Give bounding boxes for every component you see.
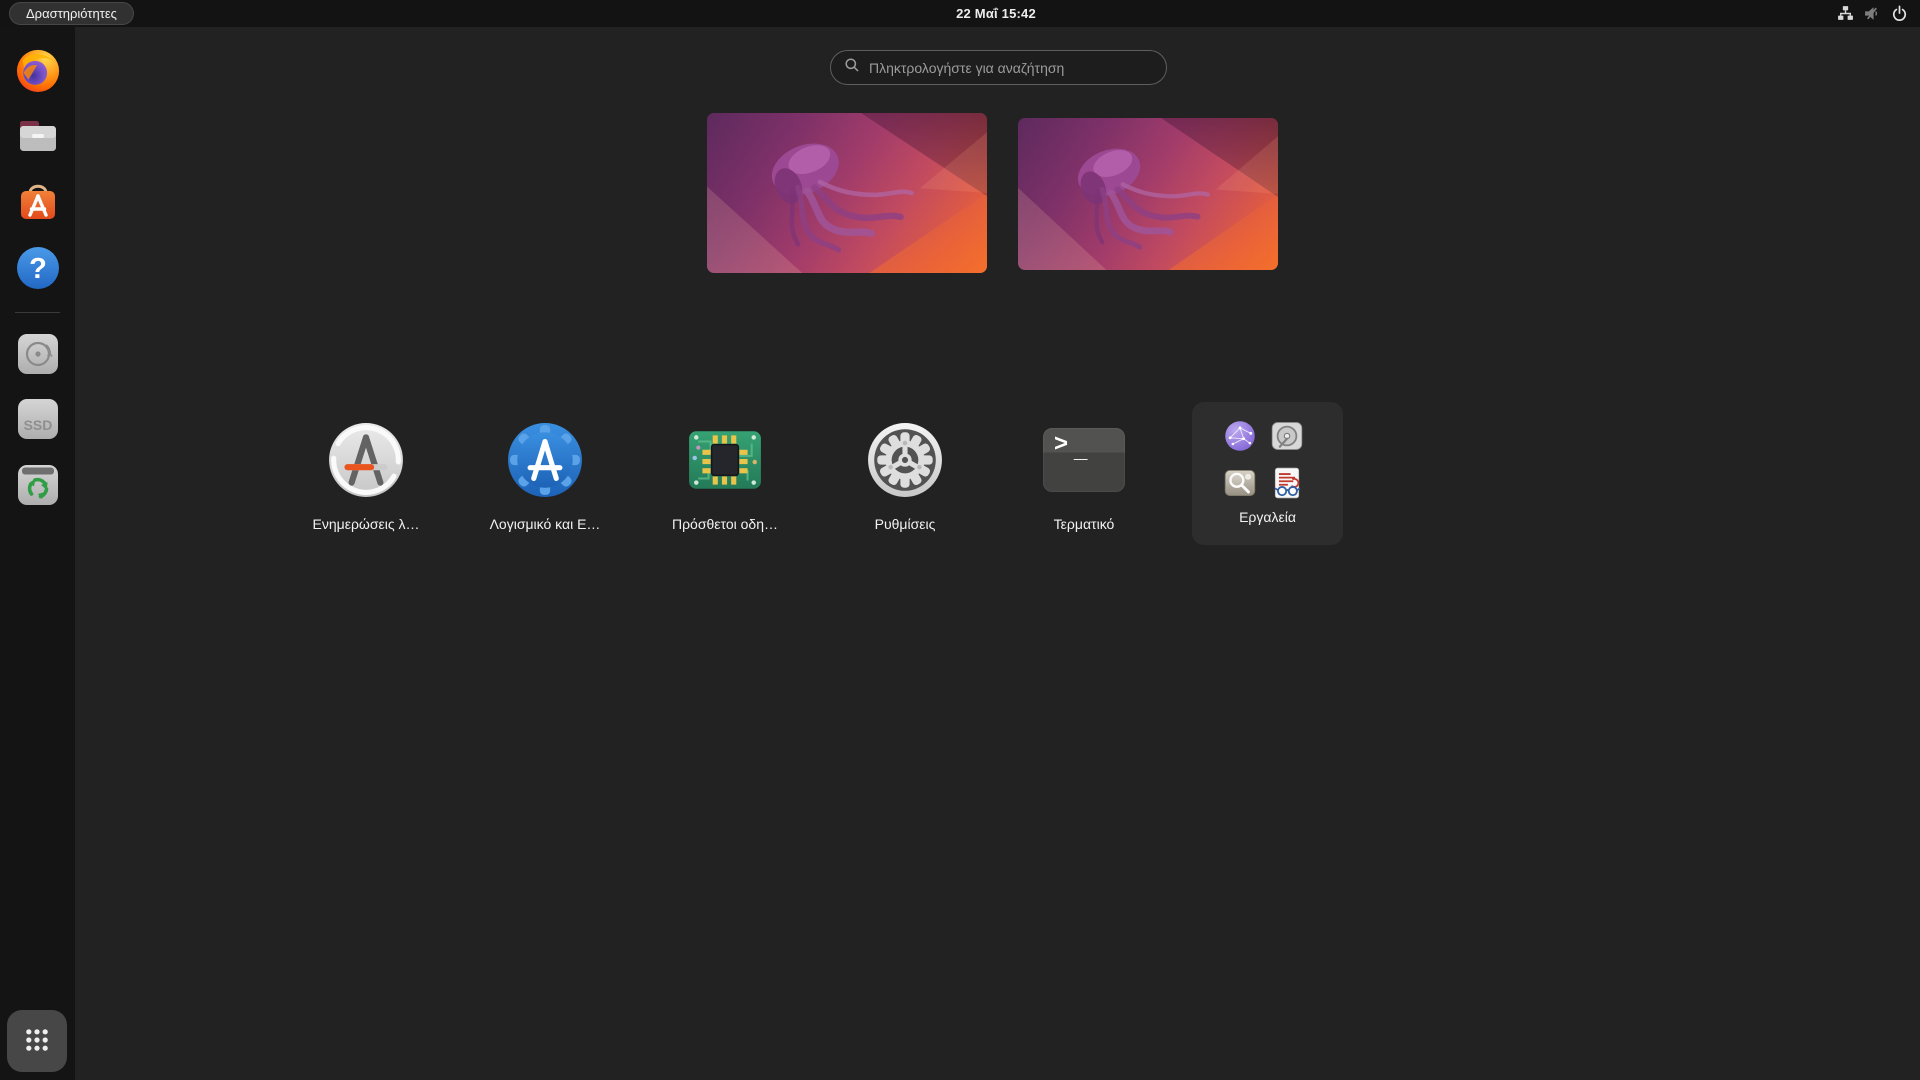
app-folder-utilities[interactable]: Εργαλεία — [1192, 402, 1343, 545]
overview-area: Πληκτρολογήστε για αναζήτηση — [75, 27, 1920, 1080]
jellyfish-wallpaper — [707, 113, 987, 273]
dock: ? — [0, 27, 75, 1080]
dock-item-files[interactable] — [0, 113, 75, 162]
search-tool-icon — [1223, 466, 1257, 500]
search-placeholder: Πληκτρολογήστε για αναζήτηση — [869, 60, 1064, 76]
jellyfish-graphic — [1041, 129, 1228, 257]
volume-muted-icon — [1864, 5, 1881, 22]
disks-icon — [1270, 419, 1304, 453]
activities-button[interactable]: Δραστηριότητες — [10, 3, 133, 24]
document-viewer-icon — [1270, 466, 1304, 500]
dock-item-disk[interactable] — [0, 332, 75, 379]
svg-text:SSD: SSD — [23, 417, 52, 433]
software-and-updates-icon — [503, 418, 587, 502]
workspace-thumbnail-1[interactable] — [707, 113, 987, 273]
workspace-thumbnail-2[interactable] — [1018, 118, 1278, 270]
jellyfish-wallpaper — [1018, 118, 1278, 270]
dock-item-ubuntu-software[interactable] — [0, 179, 75, 228]
ssd-drive-icon: SSD — [16, 397, 60, 444]
search-bar[interactable]: Πληκτρολογήστε για αναζήτηση — [830, 50, 1167, 85]
dock-item-recycle-drive[interactable] — [0, 463, 75, 510]
recycle-drive-icon — [16, 463, 60, 510]
firefox-icon — [15, 47, 61, 96]
dock-separator — [15, 312, 60, 313]
dock-item-firefox[interactable] — [0, 47, 75, 96]
clock[interactable]: 22 Μαΐ 15:42 — [956, 0, 1036, 27]
software-updater-icon — [324, 418, 408, 502]
connections-sphere-icon — [1223, 419, 1257, 453]
dock-item-ssd-drive[interactable]: SSD — [0, 397, 75, 444]
svg-text:?: ? — [29, 253, 47, 285]
ubuntu-software-icon — [15, 179, 61, 228]
help-icon: ? — [15, 245, 61, 294]
top-bar: Δραστηριότητες 22 Μαΐ 15:42 — [0, 0, 1920, 27]
wired-network-icon — [1837, 5, 1854, 22]
app-label: Τερματικό — [959, 512, 1209, 536]
jellyfish-graphic — [732, 124, 934, 258]
system-status-area[interactable] — [1837, 0, 1908, 27]
app-terminal[interactable]: > _ Τερματικό — [999, 418, 1169, 548]
files-folder-icon — [15, 113, 61, 162]
dock-item-help[interactable]: ? — [0, 245, 75, 294]
show-applications-button[interactable] — [7, 1010, 67, 1072]
folder-label: Εργαλεία — [1192, 505, 1343, 529]
app-grid-icon — [19, 1022, 55, 1061]
power-icon — [1891, 5, 1908, 22]
gnome-activities-overview: Δραστηριότητες 22 Μαΐ 15:42 — [0, 0, 1920, 1080]
settings-gear-icon — [863, 418, 947, 502]
additional-drivers-icon — [683, 418, 767, 502]
search-icon — [844, 57, 860, 78]
disk-icon — [16, 332, 60, 379]
terminal-icon: > _ — [1043, 428, 1125, 492]
